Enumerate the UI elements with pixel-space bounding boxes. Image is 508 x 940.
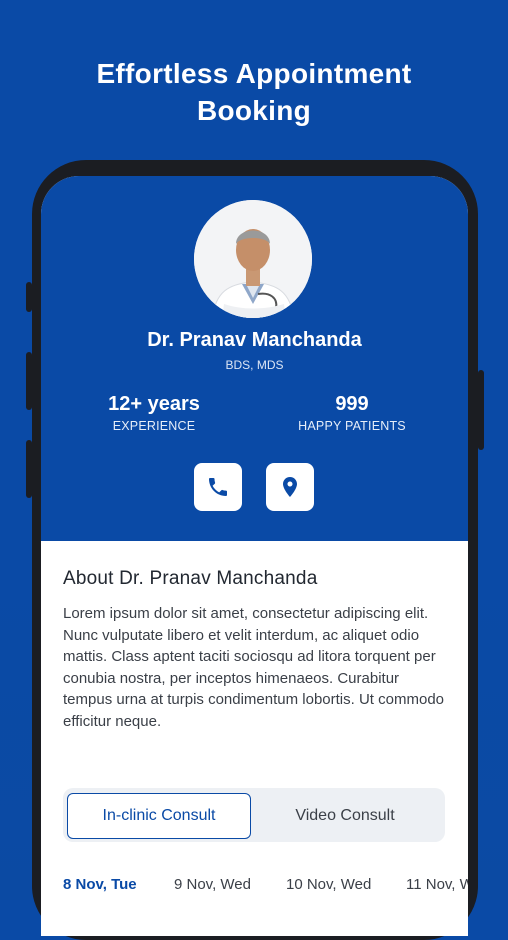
stat-happy-patients: 999 HAPPY PATIENTS (252, 392, 452, 436)
doctor-photo (194, 200, 312, 318)
promo-title-line-2: Booking (196, 95, 312, 126)
doctor-avatar (194, 200, 312, 318)
promo-title: Effortless Appointment Booking (0, 55, 508, 129)
stat-label: EXPERIENCE (112, 419, 196, 433)
stat-value: 999 (335, 393, 369, 415)
about-heading: About Dr. Pranav Manchanda (63, 568, 318, 589)
stat-value: 12+ years (108, 393, 200, 415)
location-button[interactable] (266, 463, 314, 511)
location-pin-icon (283, 477, 297, 497)
date-selector: 8 Nov, Tue 9 Nov, Wed 10 Nov, Wed 11 Nov… (63, 876, 468, 900)
phone-side-button (478, 370, 484, 450)
stat-label: HAPPY PATIENTS (298, 419, 406, 433)
promo-title-line-1: Effortless Appointment (96, 58, 412, 89)
doctor-degree: BDS, MDS (225, 358, 284, 372)
doctor-name: Dr. Pranav Manchanda (147, 329, 362, 351)
tab-in-clinic-consult[interactable]: In-clinic Consult (67, 793, 251, 839)
consult-type-toggle: In-clinic Consult Video Consult (63, 788, 445, 842)
phone-side-button (26, 282, 32, 312)
about-description: Lorem ipsum dolor sit amet, consectetur … (63, 605, 444, 730)
doctor-profile-header: Dr. Pranav Manchanda BDS, MDS 12+ years … (41, 176, 468, 541)
date-option[interactable]: 10 Nov, Wed (286, 876, 371, 893)
phone-icon (209, 478, 227, 496)
phone-side-button (26, 440, 32, 498)
date-option[interactable]: 8 Nov, Tue (63, 876, 137, 893)
stat-experience: 12+ years EXPERIENCE (54, 392, 254, 436)
phone-side-button (26, 352, 32, 410)
call-button[interactable] (194, 463, 242, 511)
date-option[interactable]: 9 Nov, Wed (174, 876, 251, 893)
app-screen: Dr. Pranav Manchanda BDS, MDS 12+ years … (41, 176, 468, 936)
date-option[interactable]: 11 Nov, W (406, 876, 468, 893)
tab-video-consult[interactable]: Video Consult (253, 793, 437, 839)
